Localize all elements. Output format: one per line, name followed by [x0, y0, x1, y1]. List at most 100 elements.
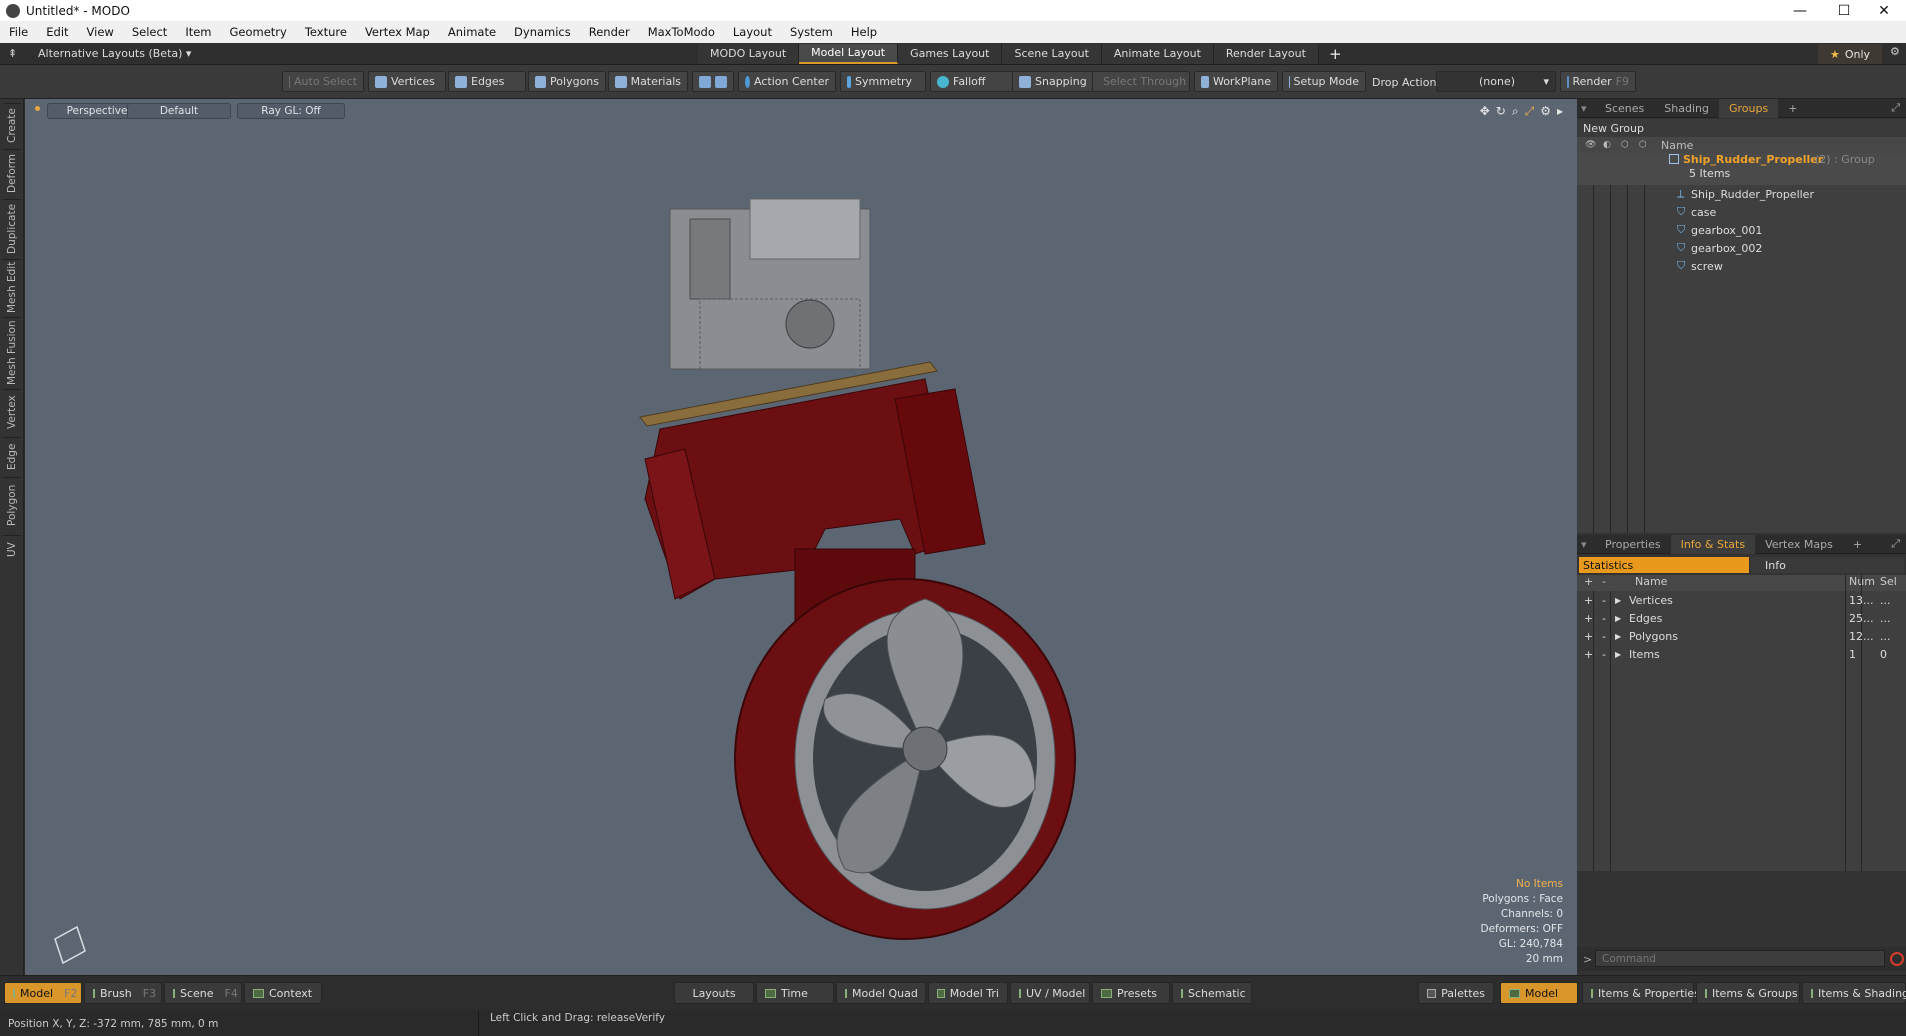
- info-tab[interactable]: Info: [1751, 557, 1904, 573]
- materials-button[interactable]: Materials: [608, 71, 688, 92]
- group-row[interactable]: Ship_Rudder_Propeller (2) : Group 5 Item…: [1577, 153, 1906, 185]
- select-through-button[interactable]: Select Through: [1092, 71, 1190, 92]
- tab-render-layout[interactable]: Render Layout: [1213, 43, 1319, 64]
- panel-menu-icon[interactable]: ▾: [1581, 538, 1595, 551]
- falloff-button[interactable]: Falloff: [930, 71, 1018, 92]
- items-shading-button[interactable]: Items & Shading: [1802, 982, 1906, 1004]
- expand-row-icon[interactable]: ▶: [1615, 650, 1621, 659]
- 3d-viewport[interactable]: Perspective Default Ray GL: Off ✥ ↻ ⌕ ⤢ …: [25, 99, 1577, 975]
- alt-layouts-dropdown[interactable]: Alternative Layouts (Beta) ▾: [38, 47, 698, 60]
- workplane-button[interactable]: WorkPlane: [1194, 71, 1278, 92]
- tab-modo-layout[interactable]: MODO Layout: [698, 43, 800, 64]
- tab-info-stats[interactable]: Info & Stats: [1670, 534, 1756, 554]
- menu-render[interactable]: Render: [580, 25, 639, 39]
- tab-groups[interactable]: Groups: [1718, 98, 1779, 118]
- close-button[interactable]: ✕: [1862, 0, 1906, 21]
- new-group-button[interactable]: New Group: [1577, 119, 1906, 137]
- minimize-button[interactable]: —: [1778, 0, 1822, 21]
- menu-maxtomodo[interactable]: MaxToModo: [639, 25, 724, 39]
- uv-model-button[interactable]: UV / Model: [1010, 982, 1090, 1004]
- only-toggle[interactable]: ★ Only: [1818, 44, 1882, 64]
- add-layout-button[interactable]: +: [1319, 45, 1352, 63]
- expand-panel-icon[interactable]: ⤢: [1891, 537, 1900, 551]
- add-icon[interactable]: +: [1584, 630, 1593, 643]
- expand-row-icon[interactable]: ▶: [1615, 614, 1621, 623]
- model-mode-button[interactable]: Model F2: [4, 982, 82, 1004]
- add-icon[interactable]: +: [1584, 648, 1593, 661]
- expand-panel-icon[interactable]: ⤢: [1891, 101, 1900, 115]
- layouts-button[interactable]: Layouts: [674, 982, 754, 1004]
- remove-icon[interactable]: -: [1602, 612, 1606, 625]
- tab-shading[interactable]: Shading: [1654, 99, 1719, 118]
- record-icon[interactable]: [1890, 952, 1904, 966]
- presets-button[interactable]: Presets: [1092, 982, 1170, 1004]
- list-item[interactable]: ⟂ Ship_Rudder_Propeller: [1577, 185, 1906, 203]
- action-center-button[interactable]: Action Center: [738, 71, 836, 92]
- items-properties-button[interactable]: Items & Properties: [1582, 982, 1700, 1004]
- table-row[interactable]: + - ▶ Edges 25......: [1577, 609, 1906, 627]
- selection-sets-button[interactable]: [692, 71, 734, 92]
- edges-button[interactable]: Edges: [448, 71, 526, 92]
- menu-vertex-map[interactable]: Vertex Map: [356, 25, 439, 39]
- tab-games-layout[interactable]: Games Layout: [898, 43, 1003, 64]
- gear-icon[interactable]: ⚙: [1890, 45, 1900, 58]
- menu-edit[interactable]: Edit: [37, 25, 77, 39]
- menu-select[interactable]: Select: [123, 25, 176, 39]
- schematic-button[interactable]: Schematic: [1172, 982, 1252, 1004]
- list-item[interactable]: ⛉ gearbox_002: [1577, 239, 1906, 257]
- add-icon[interactable]: +: [1584, 594, 1593, 607]
- remove-icon[interactable]: -: [1602, 594, 1606, 607]
- panel-menu-icon[interactable]: ▾: [1581, 102, 1595, 115]
- command-input[interactable]: [1595, 950, 1885, 967]
- setup-mode-button[interactable]: Setup Mode: [1282, 71, 1366, 92]
- tab-mesh-fusion[interactable]: Mesh Fusion: [3, 317, 21, 387]
- context-button[interactable]: Context: [244, 982, 322, 1004]
- tab-model-layout[interactable]: Model Layout: [799, 43, 899, 64]
- expand-row-icon[interactable]: ▶: [1615, 632, 1621, 641]
- drop-action-select[interactable]: (none) ▾: [1436, 71, 1556, 92]
- model-right-button[interactable]: Model: [1500, 982, 1578, 1004]
- menu-animate[interactable]: Animate: [439, 25, 505, 39]
- palettes-button[interactable]: Palettes: [1418, 982, 1494, 1004]
- list-item[interactable]: ⛉ case: [1577, 203, 1906, 221]
- tab-vertex[interactable]: Vertex: [3, 389, 21, 435]
- menu-item[interactable]: Item: [176, 25, 220, 39]
- table-row[interactable]: + - ▶ Polygons 12......: [1577, 627, 1906, 645]
- tab-deform[interactable]: Deform: [3, 149, 21, 197]
- model-tri-button[interactable]: Model Tri: [928, 982, 1008, 1004]
- add-panel-tab-button[interactable]: +: [1843, 535, 1872, 554]
- tab-vertex-maps[interactable]: Vertex Maps: [1755, 535, 1843, 554]
- snapping-button[interactable]: Snapping: [1012, 71, 1096, 92]
- scene-mode-button[interactable]: Scene F4: [164, 982, 242, 1004]
- tab-mesh-edit[interactable]: Mesh Edit: [3, 259, 21, 315]
- tab-scene-layout[interactable]: Scene Layout: [1002, 43, 1102, 64]
- polygons-button[interactable]: Polygons: [528, 71, 606, 92]
- menu-file[interactable]: File: [0, 25, 37, 39]
- menu-layout[interactable]: Layout: [724, 25, 781, 39]
- layout-arrow-icon[interactable]: ⇞: [8, 47, 22, 60]
- render-button[interactable]: Render F9: [1560, 71, 1636, 92]
- tab-duplicate[interactable]: Duplicate: [3, 199, 21, 257]
- collapse-all-icon[interactable]: -: [1602, 575, 1606, 588]
- add-icon[interactable]: +: [1584, 612, 1593, 625]
- list-item[interactable]: ⛉ screw: [1577, 257, 1906, 275]
- tab-polygon[interactable]: Polygon: [3, 477, 21, 533]
- tab-edge[interactable]: Edge: [3, 437, 21, 475]
- expand-all-icon[interactable]: +: [1584, 575, 1593, 588]
- vertices-button[interactable]: Vertices: [368, 71, 446, 92]
- statistics-tab[interactable]: Statistics: [1579, 557, 1749, 573]
- items-groups-button[interactable]: Items & Groups: [1696, 982, 1800, 1004]
- list-item[interactable]: ⛉ gearbox_001: [1577, 221, 1906, 239]
- tab-scenes[interactable]: Scenes: [1595, 99, 1654, 118]
- table-row[interactable]: + - ▶ Vertices 13......: [1577, 591, 1906, 609]
- remove-icon[interactable]: -: [1602, 630, 1606, 643]
- menu-dynamics[interactable]: Dynamics: [505, 25, 580, 39]
- brush-mode-button[interactable]: Brush F3: [84, 982, 162, 1004]
- maximize-button[interactable]: ☐: [1822, 0, 1866, 21]
- menu-view[interactable]: View: [78, 25, 123, 39]
- symmetry-button[interactable]: Symmetry: [840, 71, 926, 92]
- add-panel-tab-button[interactable]: +: [1778, 99, 1807, 118]
- model-quad-button[interactable]: Model Quad: [836, 982, 926, 1004]
- tab-animate-layout[interactable]: Animate Layout: [1101, 43, 1214, 64]
- menu-help[interactable]: Help: [842, 25, 886, 39]
